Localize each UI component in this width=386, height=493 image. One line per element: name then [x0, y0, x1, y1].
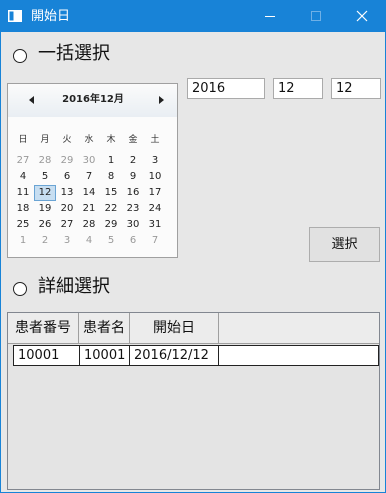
calendar-day[interactable]: 2	[35, 234, 55, 248]
calendar-day[interactable]: 8	[101, 170, 121, 184]
cell-start-date[interactable]: 2016/12/12	[130, 346, 219, 365]
minimize-icon	[265, 16, 275, 17]
bulk-select-radio[interactable]	[13, 49, 27, 63]
app-window: 開始日 一括選択 2016年12月 日月火水木金土 27 28 29 30 1 2 3 4 5 6 7…	[0, 0, 386, 493]
weekday-header: 火	[62, 135, 72, 145]
calendar-day[interactable]: 7	[79, 170, 99, 184]
calendar-day[interactable]: 28	[35, 154, 55, 168]
column-header-patient-id[interactable]: 患者番号	[8, 313, 79, 344]
calendar-day[interactable]: 1	[101, 154, 121, 168]
calendar-day[interactable]: 10	[145, 170, 165, 184]
calendar-header: 2016年12月	[8, 84, 177, 117]
calendar-day[interactable]: 17	[145, 186, 165, 200]
weekday-header: 月	[40, 135, 50, 145]
select-button[interactable]: 選択	[309, 227, 380, 262]
calendar-day[interactable]: 2	[123, 154, 143, 168]
window-title: 開始日	[31, 9, 71, 24]
table-row[interactable]: 10001 10001 2016/12/12	[13, 345, 379, 366]
weekday-header: 水	[84, 135, 94, 145]
year-field[interactable]: 2016	[187, 78, 265, 99]
calendar-day[interactable]: 13	[57, 186, 77, 200]
calendar-day[interactable]: 15	[101, 186, 121, 200]
detail-select-label[interactable]: 詳細選択	[38, 276, 110, 298]
calendar-day[interactable]: 27	[57, 218, 77, 232]
detail-select-radio[interactable]	[13, 282, 27, 296]
weekday-header: 木	[106, 135, 116, 145]
weekday-header: 日	[18, 135, 28, 145]
calendar-day[interactable]: 7	[145, 234, 165, 248]
calendar-day[interactable]: 26	[35, 218, 55, 232]
cell-patient-name[interactable]: 10001	[80, 346, 130, 365]
calendar-month-label[interactable]: 2016年12月	[33, 94, 153, 106]
calendar-day[interactable]: 4	[79, 234, 99, 248]
weekday-header: 土	[150, 135, 160, 145]
calendar-day[interactable]: 18	[13, 202, 33, 216]
calendar-day[interactable]: 6	[57, 170, 77, 184]
column-header-filler	[219, 313, 379, 344]
calendar-day[interactable]: 14	[79, 186, 99, 200]
maximize-icon	[311, 11, 321, 21]
cell-patient-id[interactable]: 10001	[14, 346, 80, 365]
calendar-day[interactable]: 24	[145, 202, 165, 216]
title-bar[interactable]: 開始日	[1, 1, 385, 32]
minimize-button[interactable]	[247, 1, 293, 32]
calendar-day[interactable]: 3	[145, 154, 165, 168]
window-app-icon	[8, 10, 22, 22]
calendar-day[interactable]: 21	[79, 202, 99, 216]
calendar-day[interactable]: 1	[13, 234, 33, 248]
calendar-day[interactable]: 3	[57, 234, 77, 248]
calendar-day[interactable]: 29	[101, 218, 121, 232]
calendar-day[interactable]: 27	[13, 154, 33, 168]
column-header-start-date[interactable]: 開始日	[130, 313, 219, 344]
calendar-day[interactable]: 12	[34, 185, 56, 201]
close-icon	[356, 10, 368, 22]
patient-grid[interactable]: 患者番号 患者名 開始日 10001 10001 2016/12/12	[7, 312, 380, 490]
calendar-day[interactable]: 5	[35, 170, 55, 184]
column-header-patient-name[interactable]: 患者名	[79, 313, 130, 344]
calendar-day[interactable]: 4	[13, 170, 33, 184]
calendar-day[interactable]: 31	[145, 218, 165, 232]
calendar-day[interactable]: 11	[13, 186, 33, 200]
calendar-day[interactable]: 30	[79, 154, 99, 168]
calendar-day[interactable]: 9	[123, 170, 143, 184]
close-button[interactable]	[339, 1, 385, 32]
calendar-day[interactable]: 30	[123, 218, 143, 232]
calendar-day[interactable]: 20	[57, 202, 77, 216]
month-field[interactable]: 12	[273, 78, 323, 99]
calendar: 2016年12月 日月火水木金土 27 28 29 30 1 2 3 4 5 6 7 8 9 10 11 12 1…	[7, 83, 178, 258]
calendar-day[interactable]: 23	[123, 202, 143, 216]
calendar-day[interactable]: 16	[123, 186, 143, 200]
calendar-day[interactable]: 28	[79, 218, 99, 232]
content-area: 一括選択 2016年12月 日月火水木金土 27 28 29 30 1 2 3 4 5 6 7 8 9 10…	[1, 32, 385, 492]
day-field[interactable]: 12	[331, 78, 381, 99]
calendar-day[interactable]: 25	[13, 218, 33, 232]
maximize-button[interactable]	[293, 1, 339, 32]
next-month-icon[interactable]	[155, 95, 167, 105]
weekday-header: 金	[128, 135, 138, 145]
calendar-day[interactable]: 22	[101, 202, 121, 216]
calendar-day[interactable]: 19	[35, 202, 55, 216]
calendar-day[interactable]: 6	[123, 234, 143, 248]
calendar-day[interactable]: 29	[57, 154, 77, 168]
bulk-select-label[interactable]: 一括選択	[38, 43, 110, 65]
calendar-day[interactable]: 5	[101, 234, 121, 248]
